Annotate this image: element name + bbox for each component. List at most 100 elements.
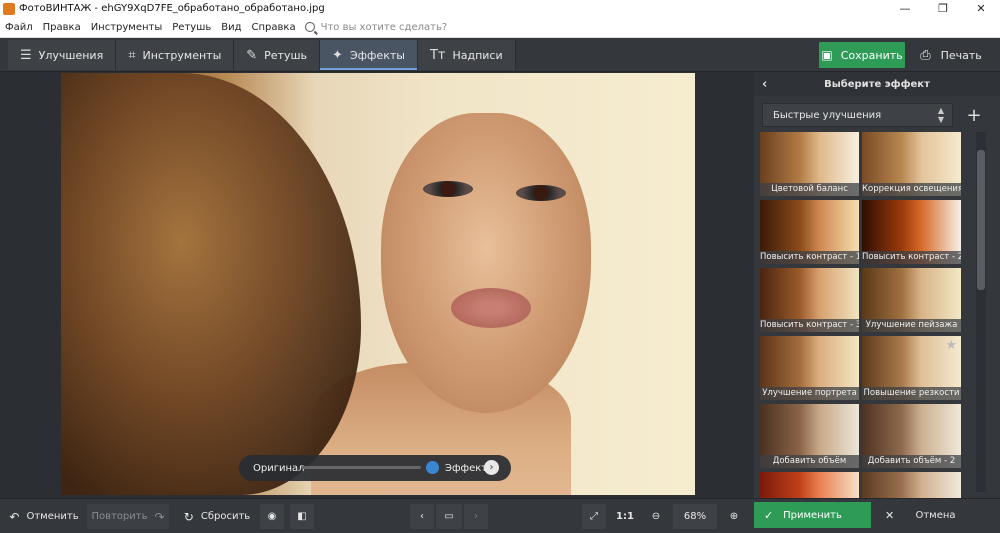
menu-tools[interactable]: Инструменты: [86, 22, 168, 33]
fit-screen-icon: ⤢: [590, 511, 598, 522]
effect-preview: [760, 472, 859, 498]
updown-caret-icon: ▲ ▼: [937, 106, 944, 124]
chevron-left-icon: ‹: [420, 511, 424, 522]
split-view-button[interactable]: ◧: [290, 504, 314, 529]
effect-thumb[interactable]: Улучшение пейзажа: [862, 268, 961, 332]
main-toolbar: ☰ Улучшения ⌗ Инструменты ✎ Ретушь ✦ Эфф…: [0, 38, 1000, 72]
text-icon: Tт: [429, 47, 446, 63]
before-after-slider[interactable]: Оригинал Эффект ›: [239, 455, 511, 481]
photo-preview[interactable]: [61, 73, 695, 495]
menu-retouch[interactable]: Ретушь: [167, 22, 216, 33]
open-folder-button[interactable]: ▭: [436, 504, 462, 529]
eye-icon: ◉: [267, 511, 277, 522]
reset-icon: ↻: [183, 509, 194, 524]
zoom-out-button[interactable]: ⊖: [647, 504, 665, 529]
scrollbar-thumb[interactable]: [977, 150, 985, 290]
back-arrow-icon[interactable]: ‹: [762, 77, 767, 92]
apply-label: Применить: [783, 509, 842, 521]
effect-thumb[interactable]: Повысить контраст - 2: [862, 200, 961, 264]
close-icon[interactable]: ✕: [962, 0, 1000, 17]
effect-label: Коррекция освещения: [862, 183, 961, 196]
effect-thumb[interactable]: Повысить контраст - 3: [760, 268, 859, 332]
fit-screen-button[interactable]: ⤢: [582, 504, 606, 529]
next-image-button[interactable]: ›: [464, 504, 488, 529]
tab-text[interactable]: Tт Надписи: [417, 40, 516, 70]
save-label: Сохранить: [840, 48, 903, 62]
effect-label: Повысить контраст - 1: [760, 251, 859, 264]
reset-label: Сбросить: [200, 511, 251, 522]
effect-thumb[interactable]: Повысить контраст - 1: [760, 200, 859, 264]
chevron-right-icon: ›: [474, 511, 478, 522]
search-icon: [304, 22, 315, 32]
effect-thumb[interactable]: Цветовой баланс: [760, 132, 859, 196]
tab-label: Инструменты: [142, 48, 222, 62]
print-label: Печать: [940, 48, 982, 62]
tab-retouch[interactable]: ✎ Ретушь: [234, 40, 321, 70]
redo-label: Повторить: [91, 511, 148, 522]
effect-thumb[interactable]: Добавить объём - 2: [862, 404, 961, 468]
photo-hair: [61, 73, 361, 495]
undo-icon: ↶: [9, 509, 20, 524]
tab-effects[interactable]: ✦ Эффекты: [320, 40, 418, 70]
menu-file[interactable]: Файл: [0, 22, 38, 33]
effect-category-select[interactable]: Быстрые улучшения ▲ ▼: [762, 103, 953, 127]
menu-edit[interactable]: Правка: [38, 22, 86, 33]
prev-image-button[interactable]: ‹: [410, 504, 434, 529]
add-effect-button[interactable]: +: [961, 103, 987, 127]
effect-thumb[interactable]: Добавить объём: [760, 404, 859, 468]
menu-bar: Файл Правка Инструменты Ретушь Вид Справ…: [0, 17, 1000, 38]
slider-track[interactable]: [301, 466, 421, 469]
effect-label: Эффект: [445, 462, 488, 474]
effect-label: Добавить объём - 2: [862, 455, 961, 468]
panel-header: ‹ Выберите эффект: [754, 72, 1000, 96]
window-title: ФотоВИНТАЖ - ehGY9XqD7FE_обработано_обра…: [19, 3, 325, 14]
apply-button[interactable]: ✓ Применить: [754, 502, 871, 528]
save-button[interactable]: ▣ Сохранить: [819, 42, 905, 68]
tab-enhancements[interactable]: ☰ Улучшения: [8, 40, 117, 70]
zoom-level[interactable]: 68%: [673, 504, 717, 529]
cancel-button[interactable]: ✕ Отмена: [875, 502, 996, 528]
menu-search[interactable]: Что вы хотите сделать?: [304, 22, 447, 33]
minimize-icon[interactable]: —: [886, 0, 924, 17]
favorite-star-icon[interactable]: ★: [945, 338, 957, 353]
photo-eye-left: [423, 181, 473, 197]
split-view-icon: ◧: [297, 511, 307, 522]
magic-wand-icon: ✦: [332, 47, 343, 63]
undo-button[interactable]: ↶ Отменить: [8, 504, 80, 529]
tab-label: Улучшения: [38, 48, 104, 62]
arrow-right-icon[interactable]: ›: [484, 460, 499, 475]
redo-button[interactable]: ↷ Повторить: [87, 504, 169, 529]
effect-thumb[interactable]: ★ Повышение резкости: [862, 336, 961, 400]
print-button[interactable]: ⎙ Печать: [908, 42, 994, 68]
effect-thumb[interactable]: Улучшение портрета: [760, 336, 859, 400]
menu-help[interactable]: Справка: [247, 22, 301, 33]
effect-label: Повысить контраст - 3: [760, 319, 859, 332]
close-icon: ✕: [885, 508, 895, 522]
category-value: Быстрые улучшения: [773, 109, 882, 121]
tab-tools[interactable]: ⌗ Инструменты: [116, 40, 235, 70]
effects-panel: ‹ Выберите эффект Быстрые улучшения ▲ ▼ +…: [754, 72, 1000, 498]
floppy-icon: ▣: [821, 48, 833, 62]
check-icon: ✓: [764, 508, 774, 522]
effect-thumb[interactable]: [760, 472, 859, 498]
menu-view[interactable]: Вид: [216, 22, 246, 33]
actual-size-button[interactable]: 1:1: [612, 504, 638, 529]
mode-tabs: ☰ Улучшения ⌗ Инструменты ✎ Ретушь ✦ Эфф…: [8, 40, 516, 70]
zoom-in-button[interactable]: ⊕: [725, 504, 743, 529]
slider-knob[interactable]: [426, 461, 439, 474]
crop-icon: ⌗: [128, 47, 136, 63]
printer-icon: ⎙: [920, 47, 931, 63]
restore-icon[interactable]: ❐: [924, 0, 962, 17]
effect-thumb[interactable]: Коррекция освещения: [862, 132, 961, 196]
reset-button[interactable]: ↻ Сбросить: [182, 504, 252, 529]
photo-lips: [451, 288, 531, 328]
effect-label: Повышение резкости: [862, 387, 961, 400]
zoom-out-icon: ⊖: [651, 511, 661, 522]
effect-thumb[interactable]: [862, 472, 961, 498]
effect-label: Повысить контраст - 2: [862, 251, 961, 264]
preview-eye-button[interactable]: ◉: [260, 504, 284, 529]
original-label: Оригинал: [253, 462, 305, 474]
effect-label: Улучшение портрета: [760, 387, 859, 400]
effects-scrollbar[interactable]: [976, 132, 986, 492]
effect-label: Улучшение пейзажа: [862, 319, 961, 332]
